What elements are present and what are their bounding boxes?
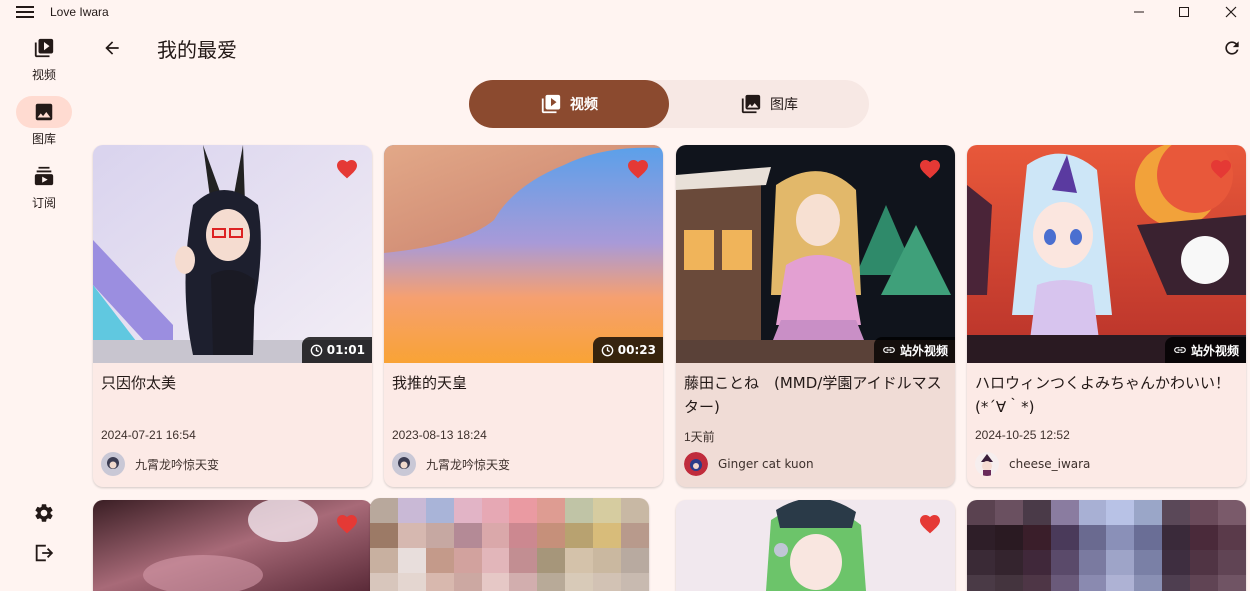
thumbnail-image xyxy=(967,145,1246,363)
video-card[interactable] xyxy=(93,500,372,591)
favorite-heart-icon[interactable] xyxy=(918,512,942,534)
video-title: 只因你太美 xyxy=(101,374,177,392)
maximize-button[interactable] xyxy=(1161,0,1207,24)
video-library-icon xyxy=(541,94,561,114)
author-name: Ginger cat kuon xyxy=(718,457,814,471)
thumbnail-image xyxy=(676,145,955,363)
navigation-rail: 视频 图库 订阅 xyxy=(0,26,88,591)
media-type-segmented-control: 视频 图库 xyxy=(469,80,869,128)
video-thumbnail: 站外视频 xyxy=(676,145,955,363)
video-card-blurred[interactable] xyxy=(370,498,649,591)
window-title: Love Iwara xyxy=(50,5,109,19)
segment-gallery-label: 图库 xyxy=(770,97,798,113)
menu-icon[interactable] xyxy=(14,4,36,20)
link-icon xyxy=(1174,347,1186,353)
video-thumbnail: 站外视频 xyxy=(967,145,1246,363)
video-card[interactable]: 站外视频 ハロウィンつくよみちゃんかわいい！(*´∀｀*) 2024-10-25… xyxy=(967,145,1246,487)
image-icon xyxy=(35,103,53,121)
video-title: 我推的天皇 xyxy=(392,374,468,392)
avatar xyxy=(684,452,708,476)
rail-item-subscriptions[interactable]: 订阅 xyxy=(0,160,88,216)
avatar xyxy=(392,452,416,476)
thumbnail-image xyxy=(93,500,372,591)
rail-label-videos: 视频 xyxy=(31,68,56,82)
author-name: cheese_iwara xyxy=(1009,457,1091,471)
minimize-icon xyxy=(1134,11,1144,13)
segment-videos[interactable]: 视频 xyxy=(469,80,669,128)
video-card[interactable] xyxy=(676,500,955,591)
duration-badge: 00:23 xyxy=(592,337,663,363)
video-date: 2023-08-13 18:24 xyxy=(392,428,487,442)
avatar xyxy=(975,452,999,476)
video-library-icon xyxy=(34,38,54,58)
back-button[interactable] xyxy=(98,34,126,62)
video-card[interactable]: 00:23 我推的天皇 2023-08-13 18:24 九霄龙吟惊天变 xyxy=(384,145,663,487)
close-button[interactable] xyxy=(1208,0,1250,24)
segment-gallery[interactable]: 图库 xyxy=(669,80,869,128)
favorite-heart-icon[interactable] xyxy=(335,157,359,179)
rail-item-gallery[interactable]: 图库 xyxy=(0,96,88,152)
favorite-heart-icon[interactable] xyxy=(1209,157,1233,179)
logout-button[interactable] xyxy=(28,537,60,569)
video-card[interactable]: 站外视频 藤田ことね (MMD/学園アイドルマスター) 1天前 Ginger c… xyxy=(676,145,955,487)
clock-icon xyxy=(310,344,323,356)
logout-icon xyxy=(35,544,54,562)
maximize-icon xyxy=(1179,7,1189,17)
rail-item-videos[interactable]: 视频 xyxy=(0,32,88,88)
favorite-heart-icon[interactable] xyxy=(626,157,650,179)
photo-library-icon xyxy=(741,94,761,114)
duration-badge: 01:01 xyxy=(301,337,372,363)
settings-icon xyxy=(35,504,53,522)
favorite-heart-icon[interactable] xyxy=(918,157,942,179)
favorite-heart-icon[interactable] xyxy=(335,512,359,534)
author-name: 九霄龙吟惊天变 xyxy=(135,457,220,472)
app-bar: 我的最爱 xyxy=(88,26,1250,72)
video-author[interactable]: 九霄龙吟惊天变 xyxy=(392,451,510,477)
video-author[interactable]: cheese_iwara xyxy=(975,451,1090,477)
rail-label-gallery: 图库 xyxy=(31,132,56,146)
page-title: 我的最爱 xyxy=(157,38,237,62)
video-author[interactable]: 九霄龙吟惊天变 xyxy=(101,451,219,477)
blurred-thumbnail xyxy=(967,500,1246,591)
video-date: 2024-07-21 16:54 xyxy=(101,428,196,442)
title-bar: Love Iwara xyxy=(0,0,1250,26)
minimize-button[interactable] xyxy=(1116,0,1162,24)
author-name: 九霄龙吟惊天变 xyxy=(426,457,511,472)
avatar xyxy=(101,452,125,476)
settings-button[interactable] xyxy=(28,497,60,529)
external-video-badge: 站外视频 xyxy=(873,337,955,363)
thumbnail-image xyxy=(93,145,372,363)
thumbnail-image xyxy=(384,145,663,363)
video-title: ハロウィンつくよみちゃんかわいい！(*´∀｀*) xyxy=(975,374,1231,416)
clock-icon xyxy=(601,344,614,356)
video-author[interactable]: Ginger cat kuon xyxy=(684,451,814,477)
video-card[interactable]: 01:01 只因你太美 2024-07-21 16:54 九霄龙吟惊天变 xyxy=(93,145,372,487)
video-date: 2024-10-25 12:52 xyxy=(975,428,1070,442)
close-icon xyxy=(1225,6,1237,18)
video-card-blurred[interactable] xyxy=(967,500,1246,591)
rail-label-subscriptions: 订阅 xyxy=(31,196,56,210)
video-title: 藤田ことね (MMD/学園アイドルマスター) xyxy=(684,374,942,416)
segment-videos-label: 视频 xyxy=(570,97,598,113)
thumbnail-image xyxy=(676,500,955,591)
refresh-icon xyxy=(1225,41,1239,55)
external-video-badge: 站外视频 xyxy=(1164,337,1246,363)
video-thumbnail: 01:01 xyxy=(93,145,372,363)
subscriptions-icon xyxy=(34,166,54,186)
blurred-thumbnail xyxy=(370,498,649,591)
video-thumbnail: 00:23 xyxy=(384,145,663,363)
arrow-back-icon xyxy=(105,41,119,55)
link-icon xyxy=(883,347,895,353)
video-date: 1天前 xyxy=(684,430,715,444)
refresh-button[interactable] xyxy=(1218,34,1246,62)
